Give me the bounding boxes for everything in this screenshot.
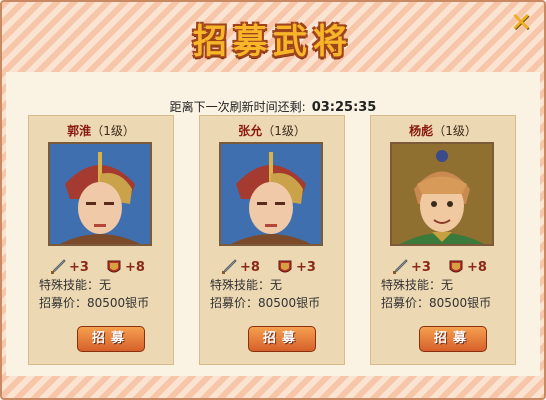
recruit-button[interactable]: 招募 xyxy=(77,326,145,352)
sword-icon xyxy=(391,258,409,276)
armor-icon xyxy=(447,258,465,276)
defense-stat: +3 xyxy=(276,256,316,278)
general-name-line: 杨彪（1级） xyxy=(371,122,515,139)
defense-stat: +8 xyxy=(105,256,145,278)
recruit-price: 招募价：80500银币 xyxy=(210,296,321,310)
recruit-price: 招募价：80500银币 xyxy=(39,296,150,310)
general-card: 郭淮（1级） +3 +8 特殊技能：无 招募价：80500银币 招募 xyxy=(28,115,174,365)
general-level: （1级） xyxy=(433,124,477,138)
attack-stat: +8 xyxy=(220,256,260,278)
general-name: 杨彪 xyxy=(409,124,434,138)
special-skill: 特殊技能：无 xyxy=(39,278,112,292)
armor-icon xyxy=(105,258,123,276)
defense-stat: +8 xyxy=(447,256,487,278)
general-level: （1级） xyxy=(262,124,306,138)
recruit-button[interactable]: 招募 xyxy=(419,326,487,352)
attack-bonus: +3 xyxy=(411,259,431,275)
recruit-price: 招募价：80500银币 xyxy=(381,296,492,310)
general-portrait xyxy=(48,142,152,246)
general-stats: +8 +3 xyxy=(220,256,340,278)
close-icon[interactable]: ✕ xyxy=(508,10,534,36)
defense-bonus: +3 xyxy=(296,259,316,275)
special-skill: 特殊技能：无 xyxy=(210,278,283,292)
sword-icon xyxy=(220,258,238,276)
refresh-countdown: 距离下一次刷新时间还剩: 03:25:35 xyxy=(0,98,546,115)
special-skill: 特殊技能：无 xyxy=(381,278,454,292)
general-stats: +3 +8 xyxy=(49,256,169,278)
general-portrait xyxy=(219,142,323,246)
attack-stat: +3 xyxy=(391,256,431,278)
attack-bonus: +8 xyxy=(240,259,260,275)
general-name-line: 郭淮（1级） xyxy=(29,122,173,139)
general-name-line: 张允（1级） xyxy=(200,122,344,139)
refresh-time: 03:25:35 xyxy=(311,100,377,115)
general-portrait xyxy=(390,142,494,246)
defense-bonus: +8 xyxy=(467,259,487,275)
defense-bonus: +8 xyxy=(125,259,145,275)
general-card: 杨彪（1级） +3 +8 特殊技能：无 招募价：80500银币 招募 xyxy=(370,115,516,365)
general-level: （1级） xyxy=(91,124,135,138)
attack-stat: +3 xyxy=(49,256,89,278)
general-card: 张允（1级） +8 +3 特殊技能：无 招募价：80500银币 招募 xyxy=(199,115,345,365)
general-name: 郭淮 xyxy=(67,124,92,138)
recruit-button[interactable]: 招募 xyxy=(248,326,316,352)
general-name: 张允 xyxy=(238,124,263,138)
sword-icon xyxy=(49,258,67,276)
armor-icon xyxy=(276,258,294,276)
refresh-label: 距离下一次刷新时间还剩: xyxy=(169,100,306,114)
attack-bonus: +3 xyxy=(69,259,89,275)
dialog-title: 招募武将 xyxy=(193,22,353,62)
general-stats: +3 +8 xyxy=(391,256,511,278)
